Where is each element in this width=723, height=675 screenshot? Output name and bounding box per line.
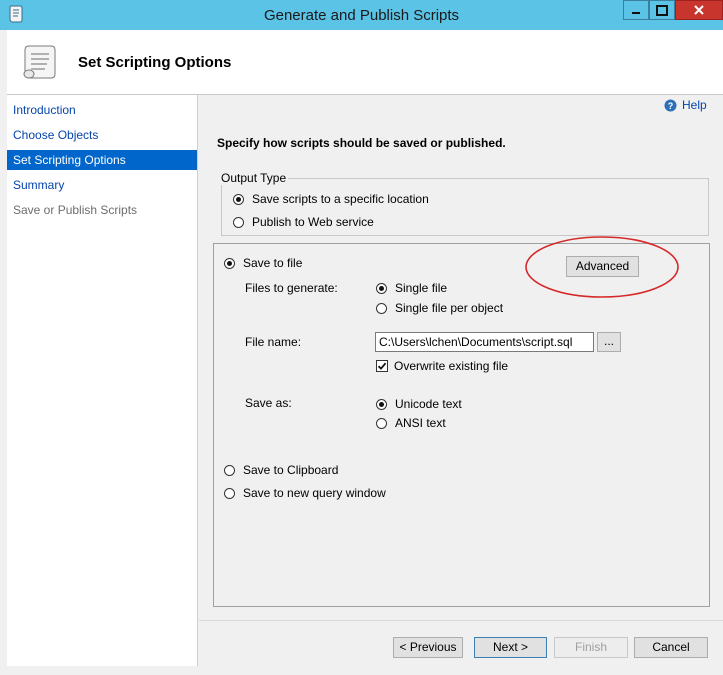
browse-button[interactable]: ... — [597, 332, 621, 352]
nav-item-choose-objects[interactable]: Choose Objects — [7, 125, 197, 145]
help-label[interactable]: Help — [682, 98, 707, 112]
nav-item-summary[interactable]: Summary — [7, 175, 197, 195]
ansi-text-option[interactable]: ANSI text — [376, 416, 446, 430]
overwrite-checkbox[interactable] — [376, 360, 388, 372]
save-to-clipboard-radio[interactable] — [224, 464, 235, 476]
previous-button[interactable]: < Previous — [393, 637, 463, 658]
annotation-circle — [525, 236, 679, 298]
save-to-file-option[interactable]: Save to file — [224, 256, 302, 270]
unicode-text-label[interactable]: Unicode text — [395, 397, 462, 411]
cancel-button[interactable]: Cancel — [634, 637, 708, 658]
output-web-label[interactable]: Publish to Web service — [252, 215, 374, 229]
finish-button: Finish — [554, 637, 628, 658]
output-location-radio[interactable] — [233, 193, 244, 205]
save-to-query-window-label[interactable]: Save to new query window — [243, 486, 386, 500]
single-file-radio[interactable] — [376, 282, 387, 294]
instruction-text: Specify how scripts should be saved or p… — [217, 136, 506, 150]
output-web-radio[interactable] — [233, 216, 244, 228]
help-icon: ? — [664, 99, 677, 111]
minimize-icon — [632, 12, 640, 14]
ansi-text-label[interactable]: ANSI text — [395, 416, 446, 430]
single-file-per-object-option[interactable]: Single file per object — [376, 301, 503, 315]
save-to-query-window-radio[interactable] — [224, 487, 235, 499]
output-web-option[interactable]: Publish to Web service — [233, 215, 374, 229]
file-name-label: File name: — [245, 335, 302, 349]
ansi-text-radio[interactable] — [376, 417, 387, 429]
files-to-generate-label: Files to generate: — [245, 281, 338, 295]
nav-item-introduction[interactable]: Introduction — [7, 100, 197, 120]
output-type-legend: Output Type — [219, 171, 289, 185]
next-button[interactable]: Next > — [474, 637, 547, 658]
unicode-text-option[interactable]: Unicode text — [376, 397, 462, 411]
maximize-icon — [656, 4, 668, 16]
window-title: Generate and Publish Scripts — [263, 7, 460, 24]
file-name-input[interactable]: C:\Users\lchen\Documents\script.sql — [375, 332, 594, 352]
help-link[interactable]: ? Help — [664, 98, 707, 112]
single-file-option[interactable]: Single file — [376, 281, 447, 295]
footer-divider — [199, 620, 723, 621]
minimize-button[interactable] — [623, 0, 649, 20]
wizard-nav: Introduction Choose Objects Set Scriptin… — [7, 95, 198, 666]
save-to-clipboard-option[interactable]: Save to Clipboard — [224, 463, 338, 477]
save-to-query-window-option[interactable]: Save to new query window — [224, 486, 386, 500]
output-location-option[interactable]: Save scripts to a specific location — [233, 192, 429, 206]
save-to-file-label[interactable]: Save to file — [243, 256, 302, 270]
save-to-file-radio[interactable] — [224, 257, 235, 269]
maximize-button[interactable] — [649, 0, 675, 20]
checkmark-icon — [377, 362, 387, 370]
single-file-per-object-label[interactable]: Single file per object — [395, 301, 503, 315]
overwrite-label[interactable]: Overwrite existing file — [394, 359, 508, 373]
close-button[interactable] — [675, 0, 723, 20]
single-file-label[interactable]: Single file — [395, 281, 447, 295]
page-title: Set Scripting Options — [78, 54, 232, 71]
nav-item-set-scripting-options[interactable]: Set Scripting Options — [7, 150, 197, 170]
save-to-clipboard-label[interactable]: Save to Clipboard — [243, 463, 338, 477]
output-location-label[interactable]: Save scripts to a specific location — [252, 192, 429, 206]
save-as-label: Save as: — [245, 396, 292, 410]
wizard-header: Set Scripting Options — [7, 30, 723, 95]
svg-text:?: ? — [668, 101, 674, 111]
overwrite-option[interactable]: Overwrite existing file — [376, 359, 508, 373]
single-file-per-object-radio[interactable] — [376, 302, 387, 314]
unicode-text-radio[interactable] — [376, 398, 387, 410]
nav-item-save-or-publish-scripts: Save or Publish Scripts — [13, 203, 138, 217]
title-bar: Generate and Publish Scripts — [0, 0, 723, 30]
scroll-icon — [17, 40, 61, 84]
close-icon — [694, 5, 704, 15]
